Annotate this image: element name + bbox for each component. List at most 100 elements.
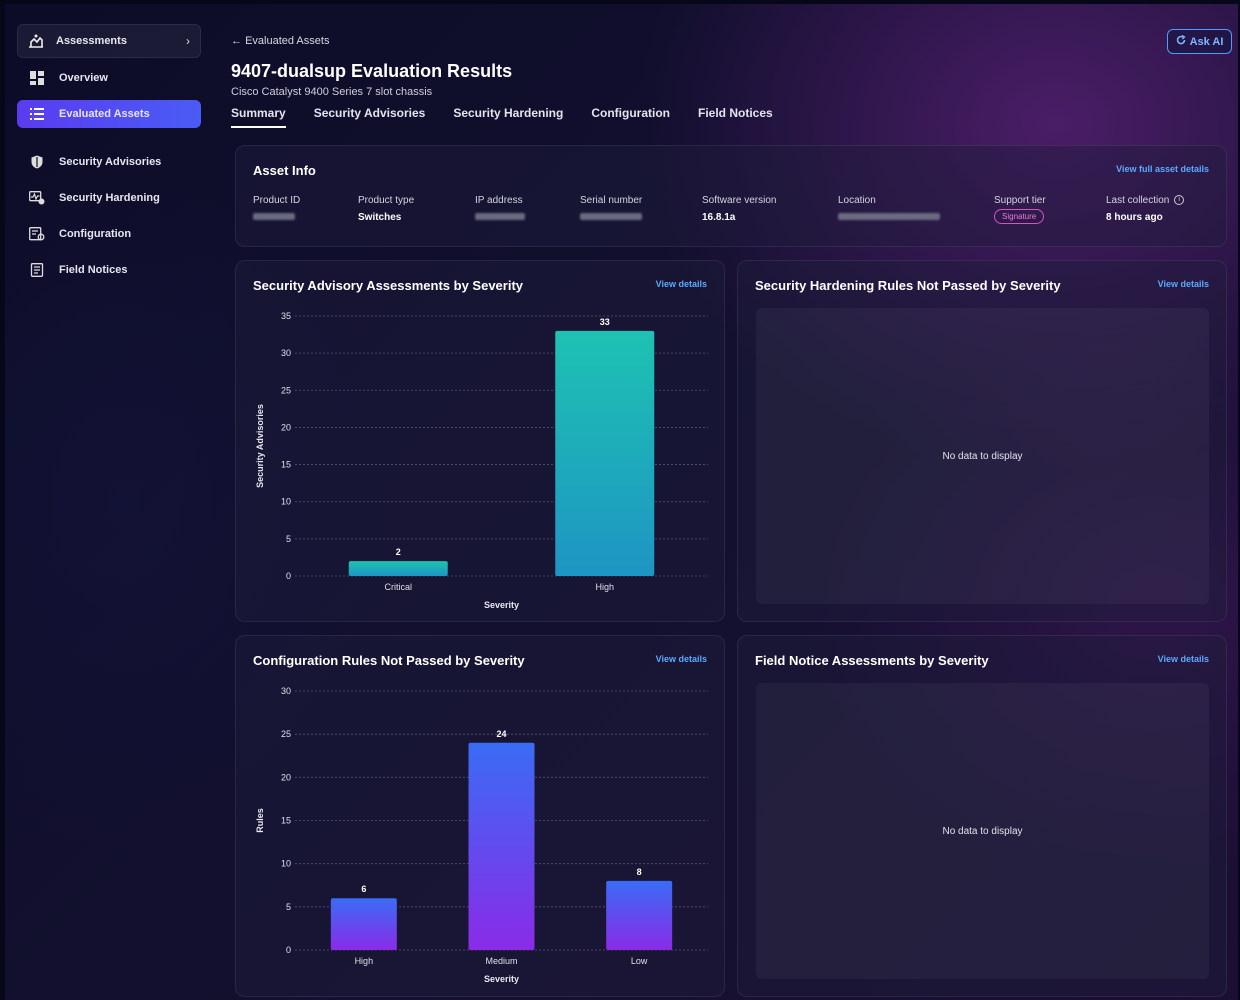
document-icon: [29, 262, 45, 278]
ask-ai-label: Ask AI: [1189, 35, 1224, 48]
sidebar-item-label: Security Hardening: [59, 192, 160, 204]
empty-state-text: No data to display: [942, 825, 1023, 837]
y-tick-label: 30: [281, 348, 291, 358]
y-tick-label: 25: [281, 729, 291, 739]
hardening-chart-title: Security Hardening Rules Not Passed by S…: [755, 278, 1061, 293]
ip-address-field: IP address: [475, 195, 525, 223]
last-collection-value: 8 hours ago: [1106, 212, 1163, 223]
bar: [606, 880, 673, 950]
tab-security-advisories[interactable]: Security Advisories: [314, 106, 426, 128]
assessments-menu[interactable]: Assessments ›: [17, 24, 201, 58]
empty-state: No data to display: [756, 683, 1209, 979]
sidebar-item-label: Security Advisories: [59, 156, 162, 168]
bar: [468, 742, 535, 950]
chevron-right-icon: ›: [186, 34, 190, 48]
x-tick-label: Low: [631, 956, 648, 966]
config-icon: [29, 226, 45, 242]
empty-state-text: No data to display: [942, 450, 1023, 462]
info-icon[interactable]: i: [1174, 195, 1185, 206]
list-icon: [29, 106, 45, 122]
advisory-chart-panel: Security Advisory Assessments by Severit…: [235, 260, 725, 622]
sidebar-item-security-hardening[interactable]: Security Hardening: [17, 184, 201, 212]
dashboard-icon: [29, 70, 45, 86]
redacted-value: [253, 213, 295, 220]
tab-configuration[interactable]: Configuration: [591, 106, 670, 128]
last-collection-field: Last collection i 8 hours ago: [1106, 195, 1185, 223]
y-tick-label: 35: [281, 311, 291, 321]
location-field: Location: [838, 195, 940, 223]
bar: [348, 561, 448, 576]
sidebar-item-security-advisories[interactable]: Security Advisories: [17, 148, 201, 176]
view-details-link[interactable]: View details: [1158, 654, 1209, 664]
serial-number-field: Serial number: [580, 195, 642, 223]
shield-icon: [29, 154, 45, 170]
y-tick-label: 10: [281, 859, 291, 869]
back-link-label: Evaluated Assets: [245, 35, 330, 47]
redacted-value: [838, 213, 940, 220]
sidebar-item-label: Evaluated Assets: [59, 108, 150, 120]
config-chart-panel: Configuration Rules Not Passed by Severi…: [235, 635, 725, 997]
assessment-icon: [28, 33, 44, 49]
assessments-label: Assessments: [56, 35, 127, 47]
data-label: 2: [396, 547, 401, 557]
y-tick-label: 15: [281, 460, 291, 470]
x-tick-label: Critical: [384, 582, 412, 592]
y-tick-label: 10: [281, 497, 291, 507]
y-axis-label: Security Advisories: [255, 404, 265, 488]
x-tick-label: High: [595, 582, 614, 592]
support-tier-badge: Signature: [994, 209, 1045, 224]
y-tick-label: 20: [281, 772, 291, 782]
tab-field-notices[interactable]: Field Notices: [698, 106, 773, 128]
y-tick-label: 15: [281, 816, 291, 826]
y-tick-label: 25: [281, 385, 291, 395]
bar: [330, 898, 397, 950]
y-tick-label: 5: [286, 902, 291, 912]
refresh-icon: [1176, 34, 1186, 48]
product-type-value: Switches: [358, 212, 402, 223]
arrow-left-icon: ←: [231, 35, 242, 47]
asset-info-panel: Asset Info View full asset details Produ…: [235, 145, 1227, 247]
hardening-chart-panel: Security Hardening Rules Not Passed by S…: [737, 260, 1227, 622]
sidebar: Assessments › Overview Evaluated Assets …: [5, 4, 217, 1000]
view-details-link[interactable]: View details: [1158, 279, 1209, 289]
software-version-value: 16.8.1a: [702, 212, 736, 223]
x-tick-label: High: [355, 956, 374, 966]
view-full-asset-details-link[interactable]: View full asset details: [1116, 164, 1209, 174]
sidebar-item-field-notices[interactable]: Field Notices: [17, 256, 201, 284]
y-tick-label: 0: [286, 571, 291, 581]
advisory-bar-chart: 0 5 10 15 20 25 30 35 2 Critical 33 High Severity Sec…: [255, 311, 708, 610]
sidebar-item-evaluated-assets[interactable]: Evaluated Assets: [17, 100, 201, 128]
y-tick-label: 30: [281, 686, 291, 696]
data-label: 24: [496, 729, 506, 739]
data-label: 33: [600, 317, 610, 327]
sidebar-item-configuration[interactable]: Configuration: [17, 220, 201, 248]
sidebar-item-overview[interactable]: Overview: [17, 64, 201, 92]
ask-ai-button[interactable]: Ask AI: [1167, 29, 1232, 54]
y-axis-label: Rules: [255, 808, 265, 833]
empty-state: No data to display: [756, 308, 1209, 604]
y-tick-label: 20: [281, 422, 291, 432]
tab-summary[interactable]: Summary: [231, 106, 286, 128]
redacted-value: [580, 213, 642, 220]
sidebar-item-label: Field Notices: [59, 264, 128, 276]
bar: [555, 330, 655, 576]
x-tick-label: Medium: [485, 956, 517, 966]
asset-info-title: Asset Info: [253, 163, 316, 178]
support-tier-field: Support tier Signature: [994, 195, 1046, 224]
back-link[interactable]: ← Evaluated Assets: [231, 35, 329, 47]
field-notice-chart-panel: Field Notice Assessments by Severity Vie…: [737, 635, 1227, 997]
sidebar-item-label: Overview: [59, 72, 108, 84]
data-label: 8: [637, 867, 642, 877]
y-tick-label: 0: [286, 945, 291, 955]
page-title: 9407-dualsup Evaluation Results: [231, 61, 513, 81]
x-axis-label: Severity: [484, 974, 519, 984]
product-id-field: Product ID: [253, 195, 300, 223]
tab-security-hardening[interactable]: Security Hardening: [453, 106, 563, 128]
tab-bar: Summary Security Advisories Security Har…: [231, 106, 773, 128]
config-bar-chart: 0 5 10 15 20 25 30 6 High 24 Medium 8 Low Severity Rul…: [255, 686, 708, 984]
product-type-field: Product type Switches: [358, 195, 415, 223]
field-notice-chart-title: Field Notice Assessments by Severity: [755, 653, 989, 668]
redacted-value: [475, 213, 525, 220]
y-tick-label: 5: [286, 534, 291, 544]
page-subtitle: Cisco Catalyst 9400 Series 7 slot chassi…: [231, 86, 433, 98]
